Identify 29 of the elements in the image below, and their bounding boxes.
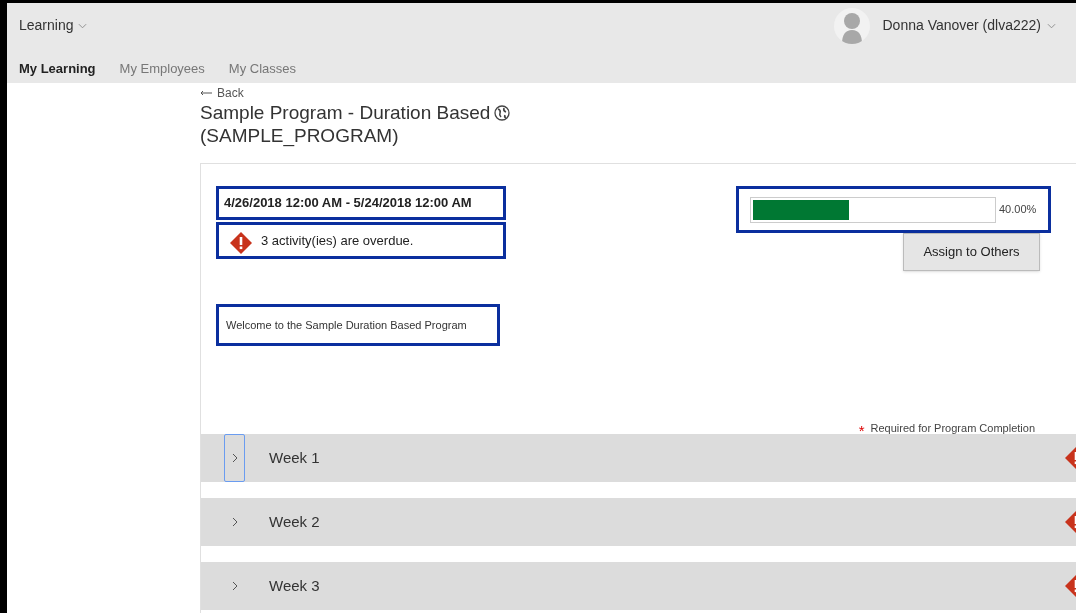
- back-link[interactable]: Back: [200, 84, 1076, 102]
- chevron-right-icon: [231, 581, 238, 591]
- week-label: Week 3: [269, 575, 320, 596]
- nav-tab[interactable]: My Classes: [228, 58, 296, 78]
- date-range: 4/26/2018 12:00 AM - 5/24/2018 12:00 AM: [224, 194, 472, 213]
- warning-icon: [229, 231, 253, 255]
- week-row[interactable]: Week 1: [201, 434, 1076, 482]
- overdue-message: 3 activity(ies) are overdue.: [261, 232, 414, 250]
- required-note: Required for Program Completion: [870, 420, 1035, 436]
- week-row[interactable]: Week 2: [201, 498, 1076, 546]
- program-title: Sample Program - Duration Based: [200, 102, 491, 124]
- chevron-down-icon: [77, 22, 87, 29]
- nav-tab[interactable]: My Learning: [19, 58, 96, 78]
- user-menu[interactable]: Donna Vanover (dlva222): [882, 15, 1056, 36]
- chevron-right-icon: [231, 517, 238, 527]
- expand-toggle[interactable]: [224, 434, 245, 482]
- assign-button[interactable]: Assign to Others: [903, 233, 1040, 271]
- week-label: Week 2: [269, 511, 320, 532]
- progress-reading: 40.00%: [999, 202, 1037, 218]
- globe-icon: [494, 105, 511, 121]
- arrow-left-icon: [200, 90, 212, 96]
- program-description: Welcome to the Sample Duration Based Program: [226, 317, 467, 333]
- chevron-down-icon: [1047, 22, 1056, 29]
- chevron-right-icon: [231, 453, 238, 463]
- program-code: (SAMPLE_PROGRAM): [200, 124, 400, 148]
- week-label: Week 1: [269, 447, 320, 468]
- nav-tab[interactable]: My Employees: [119, 58, 205, 78]
- app-menu[interactable]: Learning: [19, 15, 87, 36]
- week-row[interactable]: Week 3: [201, 562, 1076, 610]
